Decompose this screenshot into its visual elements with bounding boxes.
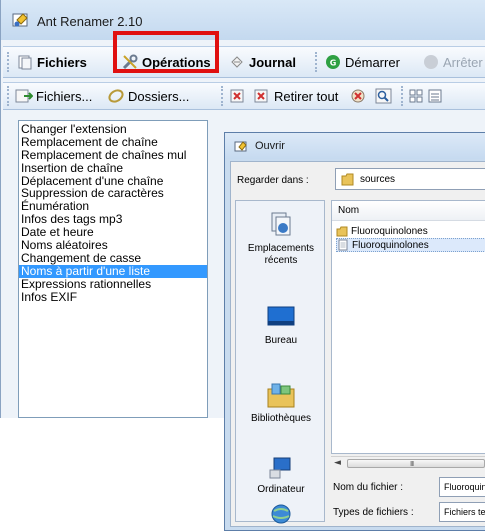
operation-item[interactable]: Noms aléatoires bbox=[19, 239, 207, 252]
horizontal-scrollbar[interactable]: ◄ III bbox=[331, 456, 485, 470]
remove-all-button[interactable]: Retirer tout bbox=[253, 83, 338, 109]
tab-journal[interactable]: Journal bbox=[229, 47, 296, 77]
dialog-title: Ouvrir bbox=[255, 140, 285, 152]
action-toolbar: Fichiers... Dossiers... Retirer tout bbox=[3, 82, 485, 110]
journal-icon bbox=[231, 56, 243, 68]
folder-icon bbox=[341, 173, 354, 186]
place-recent-label: Emplacements récents bbox=[247, 243, 315, 266]
folder-icon bbox=[336, 226, 348, 236]
text-file-icon bbox=[338, 239, 348, 251]
places-bar: Emplacements récents Bureau Bibliothèque… bbox=[235, 200, 326, 525]
toolbar-grip[interactable] bbox=[401, 86, 404, 106]
highlight-box bbox=[113, 31, 219, 73]
file-row-name: Fluoroquinolones bbox=[352, 239, 429, 251]
add-files-label: Fichiers... bbox=[36, 88, 93, 104]
open-dialog: Ouvrir Regarder dans : sources Emplaceme… bbox=[224, 132, 485, 531]
app-icon bbox=[234, 141, 247, 152]
search-icon bbox=[375, 88, 392, 104]
file-list[interactable]: Nom Fluoroquinolones Fluoroquinolones bbox=[331, 200, 485, 454]
dialog-body: Regarder dans : sources Emplacements réc… bbox=[230, 161, 485, 527]
operation-item[interactable]: Changement de casse bbox=[19, 252, 207, 265]
toolbar-grip[interactable] bbox=[7, 52, 10, 72]
filetype-value: Fichiers texte bbox=[444, 507, 485, 517]
remove-all-icon bbox=[254, 89, 268, 103]
tab-journal-label: Journal bbox=[249, 54, 296, 70]
main-toolbar: Fichiers Opérations Journal G Démarrer A… bbox=[3, 46, 485, 78]
remove-all-label: Retirer tout bbox=[274, 88, 339, 104]
desktop-icon bbox=[267, 306, 295, 326]
add-folders-icon bbox=[108, 89, 124, 103]
stop-icon bbox=[424, 55, 438, 69]
look-in-label: Regarder dans : bbox=[237, 175, 309, 186]
scrollbar-thumb[interactable]: III bbox=[347, 459, 485, 468]
title-bar: Ant Renamer 2.10 bbox=[1, 0, 485, 40]
scrollbar-grip: III bbox=[410, 460, 414, 468]
tab-fichiers[interactable]: Fichiers bbox=[17, 47, 87, 77]
operation-item[interactable]: Remplacement de chaînes mul bbox=[19, 148, 207, 162]
filetype-label: Types de fichiers : bbox=[333, 507, 414, 518]
scroll-left-arrow-icon[interactable]: ◄ bbox=[334, 458, 341, 468]
filename-input[interactable]: Fluoroquinolones bbox=[439, 477, 485, 497]
operation-item[interactable]: Changer l'extension bbox=[19, 123, 207, 136]
operation-item[interactable]: Insertion de chaîne bbox=[19, 161, 207, 175]
place-computer[interactable]: Ordinateur bbox=[236, 456, 326, 496]
view-icon bbox=[409, 89, 442, 103]
network-icon bbox=[271, 504, 291, 524]
add-folders-label: Dossiers... bbox=[128, 88, 190, 104]
operation-item[interactable]: Remplacement de chaîne bbox=[19, 135, 207, 149]
start-button[interactable]: G Démarrer bbox=[325, 47, 400, 77]
file-row-name: Fluoroquinolones bbox=[351, 225, 428, 237]
window-title: Ant Renamer 2.10 bbox=[37, 14, 143, 29]
filename-value: Fluoroquinolones bbox=[444, 482, 485, 492]
place-network[interactable] bbox=[236, 503, 326, 525]
stop-button[interactable]: Arrêter bbox=[423, 47, 483, 77]
remove-dead-icon bbox=[351, 89, 365, 103]
column-header-name[interactable]: Nom bbox=[332, 201, 485, 221]
add-files-button[interactable]: Fichiers... bbox=[15, 83, 92, 109]
toolbar-grip[interactable] bbox=[221, 86, 224, 106]
go-icon: G bbox=[326, 55, 340, 69]
recent-places-icon bbox=[271, 212, 291, 236]
remove-dead-button[interactable] bbox=[349, 83, 367, 109]
file-row-selected[interactable]: Fluoroquinolones bbox=[336, 238, 485, 252]
file-row[interactable]: Fluoroquinolones bbox=[336, 224, 485, 238]
remove-icon bbox=[230, 89, 244, 103]
remove-button[interactable] bbox=[229, 83, 247, 109]
column-header-name-label: Nom bbox=[338, 205, 360, 216]
operations-list[interactable]: Changer l'extension Remplacement de chaî… bbox=[18, 120, 208, 418]
svg-text:G: G bbox=[330, 59, 337, 68]
dialog-title-bar[interactable]: Ouvrir bbox=[225, 133, 485, 159]
files-icon bbox=[18, 55, 32, 70]
place-libraries[interactable]: Bibliothèques bbox=[236, 381, 326, 425]
search-button[interactable] bbox=[375, 83, 393, 109]
operation-item[interactable]: Infos EXIF bbox=[19, 290, 207, 304]
place-desktop-label: Bureau bbox=[264, 335, 298, 346]
libraries-icon bbox=[267, 383, 295, 408]
computer-icon bbox=[269, 457, 291, 479]
start-button-label: Démarrer bbox=[345, 54, 400, 70]
place-recent[interactable]: Emplacements récents bbox=[236, 211, 326, 267]
filename-label: Nom du fichier : bbox=[333, 482, 404, 493]
stop-button-label: Arrêter bbox=[443, 54, 483, 70]
look-in-dropdown[interactable]: sources bbox=[335, 168, 485, 190]
app-icon bbox=[12, 13, 28, 27]
view-button[interactable] bbox=[409, 83, 443, 109]
add-folders-button[interactable]: Dossiers... bbox=[107, 83, 189, 109]
operation-item-selected[interactable]: Noms à partir d'une liste bbox=[19, 264, 207, 278]
place-desktop[interactable]: Bureau bbox=[236, 305, 326, 347]
filetype-dropdown[interactable]: Fichiers texte bbox=[439, 502, 485, 522]
add-files-icon bbox=[15, 89, 33, 103]
look-in-value: sources bbox=[360, 174, 396, 185]
operation-item[interactable]: Expressions rationnelles bbox=[19, 277, 207, 291]
tab-fichiers-label: Fichiers bbox=[37, 54, 87, 70]
place-libraries-label: Bibliothèques bbox=[250, 413, 312, 424]
place-computer-label: Ordinateur bbox=[257, 484, 305, 495]
toolbar-grip[interactable] bbox=[315, 52, 318, 72]
toolbar-grip[interactable] bbox=[7, 86, 10, 106]
